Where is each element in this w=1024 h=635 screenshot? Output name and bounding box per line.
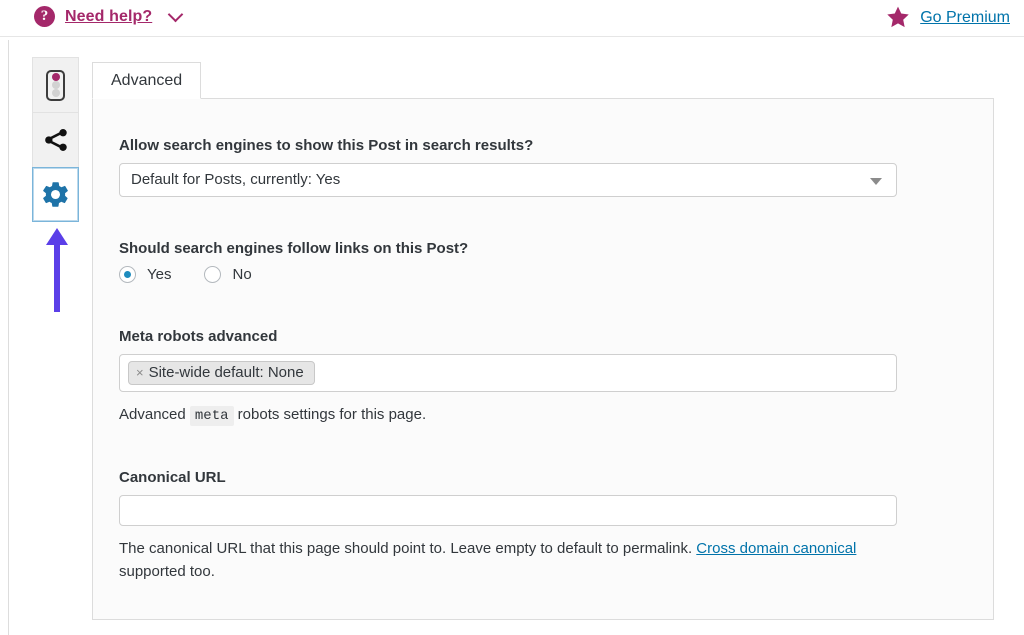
select-allow-search-engines-value: Default for Posts, currently: Yes: [131, 171, 341, 188]
traffic-light-icon: [46, 69, 65, 101]
caret-down-icon: [870, 178, 882, 185]
advanced-settings-panel: Allow search engines to show this Post i…: [92, 98, 994, 620]
tag-label: Site-wide default: None: [148, 364, 304, 381]
help-canonical-part2: supported too.: [119, 563, 215, 581]
label-allow-search-engines: Allow search engines to show this Post i…: [119, 137, 534, 154]
need-help-group[interactable]: ? Need help?: [34, 6, 184, 27]
radio-follow-yes-label[interactable]: Yes: [147, 266, 171, 283]
tab-strip: Advanced: [92, 62, 202, 99]
top-bar: ? Need help? Go Premium: [0, 0, 1024, 37]
tag-remove-icon[interactable]: ×: [136, 365, 144, 380]
help-canonical-part1: The canonical URL that this page should …: [119, 540, 693, 557]
tab-advanced[interactable]: Advanced: [92, 62, 202, 99]
gear-icon: [43, 182, 68, 207]
left-divider: [8, 40, 9, 635]
radio-group-follow-links: Yes No: [119, 266, 468, 283]
help-meta-robots-advanced: Advanced meta robots settings for this p…: [119, 403, 909, 428]
sidebar-item-seo-analysis[interactable]: [32, 57, 79, 112]
sidebar-item-social[interactable]: [32, 112, 79, 167]
question-mark-circle-icon: ?: [34, 6, 55, 27]
inline-code-meta: meta: [189, 406, 234, 426]
tag-site-wide-default[interactable]: × Site-wide default: None: [128, 361, 315, 385]
help-meta-prefix: Advanced: [119, 406, 186, 423]
go-premium-group[interactable]: Go Premium: [885, 5, 1010, 30]
link-cross-domain-canonical[interactable]: Cross domain canonical: [696, 540, 856, 557]
field-meta-robots-advanced: Meta robots advanced × Site-wide default…: [119, 328, 909, 428]
radio-follow-no[interactable]: [204, 266, 222, 283]
field-follow-links: Should search engines follow links on th…: [119, 240, 468, 283]
share-icon: [44, 129, 67, 151]
radio-follow-yes[interactable]: [119, 266, 136, 283]
label-canonical-url: Canonical URL: [119, 469, 226, 486]
need-help-link[interactable]: Need help?: [65, 8, 152, 26]
up-arrow-annotation: [46, 228, 68, 312]
input-canonical-url[interactable]: [119, 495, 897, 526]
label-follow-links: Should search engines follow links on th…: [119, 240, 469, 257]
help-meta-suffix: robots settings for this page.: [237, 406, 427, 423]
star-icon: [887, 6, 909, 28]
sidebar-rail: [32, 57, 81, 222]
tags-input-meta-robots[interactable]: × Site-wide default: None: [119, 354, 897, 392]
help-canonical-url: The canonical URL that this page should …: [119, 537, 909, 584]
select-allow-search-engines[interactable]: Default for Posts, currently: Yes: [119, 163, 897, 197]
label-meta-robots-advanced: Meta robots advanced: [119, 328, 278, 345]
field-allow-search-engines: Allow search engines to show this Post i…: [119, 137, 897, 197]
chevron-down-icon[interactable]: [167, 6, 184, 23]
sidebar-item-advanced-settings[interactable]: [32, 167, 79, 222]
go-premium-link[interactable]: Go Premium: [920, 9, 1010, 27]
radio-follow-no-label[interactable]: No: [232, 266, 251, 283]
field-canonical-url: Canonical URL The canonical URL that thi…: [119, 469, 909, 584]
